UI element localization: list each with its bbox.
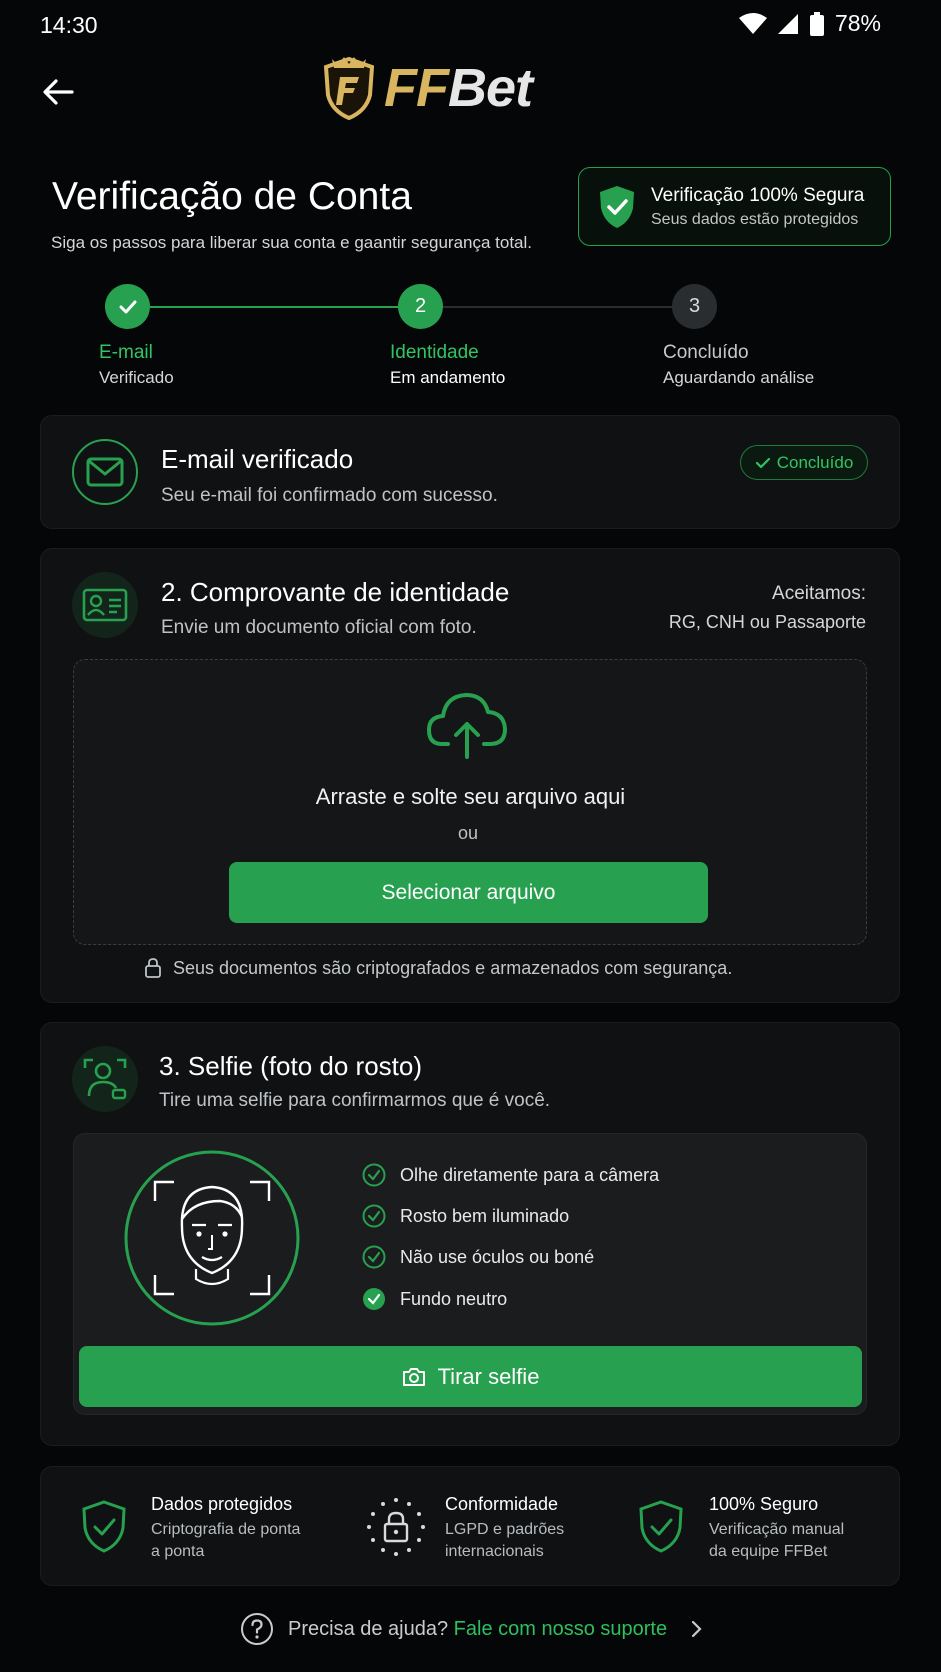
check-circle-filled-icon — [363, 1288, 385, 1310]
shield-check-icon — [639, 1500, 683, 1553]
ffbet-logo: FFBet — [322, 55, 533, 121]
back-arrow-icon[interactable] — [38, 72, 78, 112]
id-icon-ring — [72, 572, 138, 638]
status-icons: 78% — [738, 10, 881, 37]
feature-title: 100% Seguro — [709, 1494, 819, 1514]
feature-line: Criptografia de ponta — [151, 1521, 301, 1538]
step-1-circle — [105, 284, 150, 329]
selfie-icon-ring — [72, 1046, 138, 1112]
step-2-label: Identidade — [390, 342, 479, 363]
id-card-icon — [82, 588, 128, 622]
check-circle-icon — [362, 1163, 386, 1187]
step-line-pending — [442, 306, 672, 308]
id-card-subtitle: Envie um documento oficial com foto. — [161, 617, 477, 638]
face-outline-icon — [124, 1150, 300, 1326]
cloud-upload-icon — [427, 693, 507, 759]
checklist-item: Não use óculos ou boné — [362, 1245, 594, 1269]
battery-icon — [809, 11, 824, 36]
or-separator: ou — [457, 823, 479, 843]
signal-icon — [777, 13, 798, 34]
drop-text: Arraste e solte seu arquivo aqui — [315, 784, 626, 809]
logo-ff-text: FF — [384, 58, 449, 118]
feature-title: Conformidade — [445, 1494, 559, 1514]
check-circle-icon — [362, 1245, 386, 1269]
step-2-circle: 2 — [398, 284, 443, 329]
feature-title: Dados protegidos — [151, 1494, 293, 1514]
check-icon — [119, 300, 136, 313]
logo-shield-icon — [323, 56, 375, 121]
checklist-text: Não use óculos ou boné — [400, 1246, 595, 1267]
secure-badge-subtitle: Seus dados estão protegidos — [651, 210, 859, 228]
envelope-icon — [86, 457, 124, 487]
email-card-subtitle: Seu e-mail foi confirmado com sucesso. — [161, 485, 498, 506]
help-text: Precisa de ajuda? — [288, 1617, 449, 1640]
feature-item: Conformidade LGPD e padrões internaciona… — [445, 1494, 564, 1563]
step-2-status: Em andamento — [390, 368, 506, 387]
logo-bet-text: Bet — [447, 58, 533, 118]
checklist-item: Olhe diretamente para a câmera — [362, 1163, 659, 1187]
checklist-item: Fundo neutro — [362, 1287, 507, 1311]
email-icon-ring — [72, 439, 138, 505]
feature-line: LGPD e padrões — [445, 1521, 565, 1538]
check-icon — [755, 457, 770, 468]
secure-verification-badge: Verificação 100% Segura Seus dados estão… — [578, 167, 891, 246]
checklist-item: Rosto bem iluminado — [362, 1204, 569, 1228]
completed-badge-label: Concluído — [776, 452, 854, 472]
secure-badge-title: Verificação 100% Segura — [651, 184, 865, 206]
feature-line: da equipe FFBet — [709, 1543, 828, 1560]
feature-item: Dados protegidos Criptografia de ponta a… — [151, 1494, 300, 1563]
camera-icon — [402, 1367, 425, 1386]
checklist-text: Fundo neutro — [400, 1288, 508, 1309]
take-selfie-label: Tirar selfie — [437, 1363, 540, 1389]
select-file-button[interactable]: Selecionar arquivo — [229, 862, 708, 923]
step-3-status: Aguardando análise — [663, 368, 815, 387]
lock-stars-icon — [367, 1498, 425, 1556]
shield-check-icon — [82, 1500, 126, 1553]
page-subtitle: Siga os passos para liberar sua conta e … — [51, 233, 533, 252]
help-row[interactable]: Precisa de ajuda? Fale com nosso suporte — [240, 1612, 703, 1646]
selfie-card-title: 3. Selfie (foto do rosto) — [159, 1051, 423, 1081]
status-time: 14:30 — [40, 12, 98, 38]
accepted-label: Aceitamos: — [772, 583, 866, 604]
step-3-circle: 3 — [672, 284, 717, 329]
chevron-right-icon — [692, 1620, 702, 1638]
step-line-completed — [150, 306, 400, 308]
step-3-label: Concluído — [663, 342, 749, 363]
lock-icon — [145, 958, 161, 978]
take-selfie-button[interactable]: Tirar selfie — [79, 1346, 862, 1407]
accepted-docs: RG, CNH ou Passaporte — [668, 612, 866, 632]
checklist-text: Rosto bem iluminado — [400, 1205, 570, 1226]
checklist-text: Olhe diretamente para a câmera — [400, 1164, 660, 1185]
feature-line: a ponta — [151, 1543, 205, 1560]
security-note: Seus documentos são criptografados e arm… — [173, 958, 733, 978]
support-link[interactable]: Fale com nosso suporte — [454, 1618, 667, 1640]
shield-check-icon — [600, 185, 634, 228]
face-scan-icon — [83, 1058, 127, 1100]
feature-item: 100% Seguro Verificação manual da equipe… — [709, 1494, 844, 1563]
battery-percent: 78% — [834, 10, 881, 36]
page-title: Verificação de Conta — [52, 175, 412, 218]
step-1-label: E-mail — [99, 342, 153, 363]
completed-badge: Concluído — [740, 445, 868, 480]
help-circle-icon — [241, 1613, 273, 1645]
step-1-status: Verificado — [99, 368, 174, 387]
feature-line: Verificação manual — [709, 1521, 845, 1538]
wifi-icon — [738, 12, 767, 34]
selfie-card-subtitle: Tire uma selfie para confirmarmos que é … — [159, 1090, 551, 1111]
check-circle-icon — [362, 1204, 386, 1228]
id-card-title: 2. Comprovante de identidade — [161, 577, 510, 607]
feature-line: internacionais — [445, 1543, 544, 1560]
email-card-title: E-mail verificado — [161, 444, 354, 474]
